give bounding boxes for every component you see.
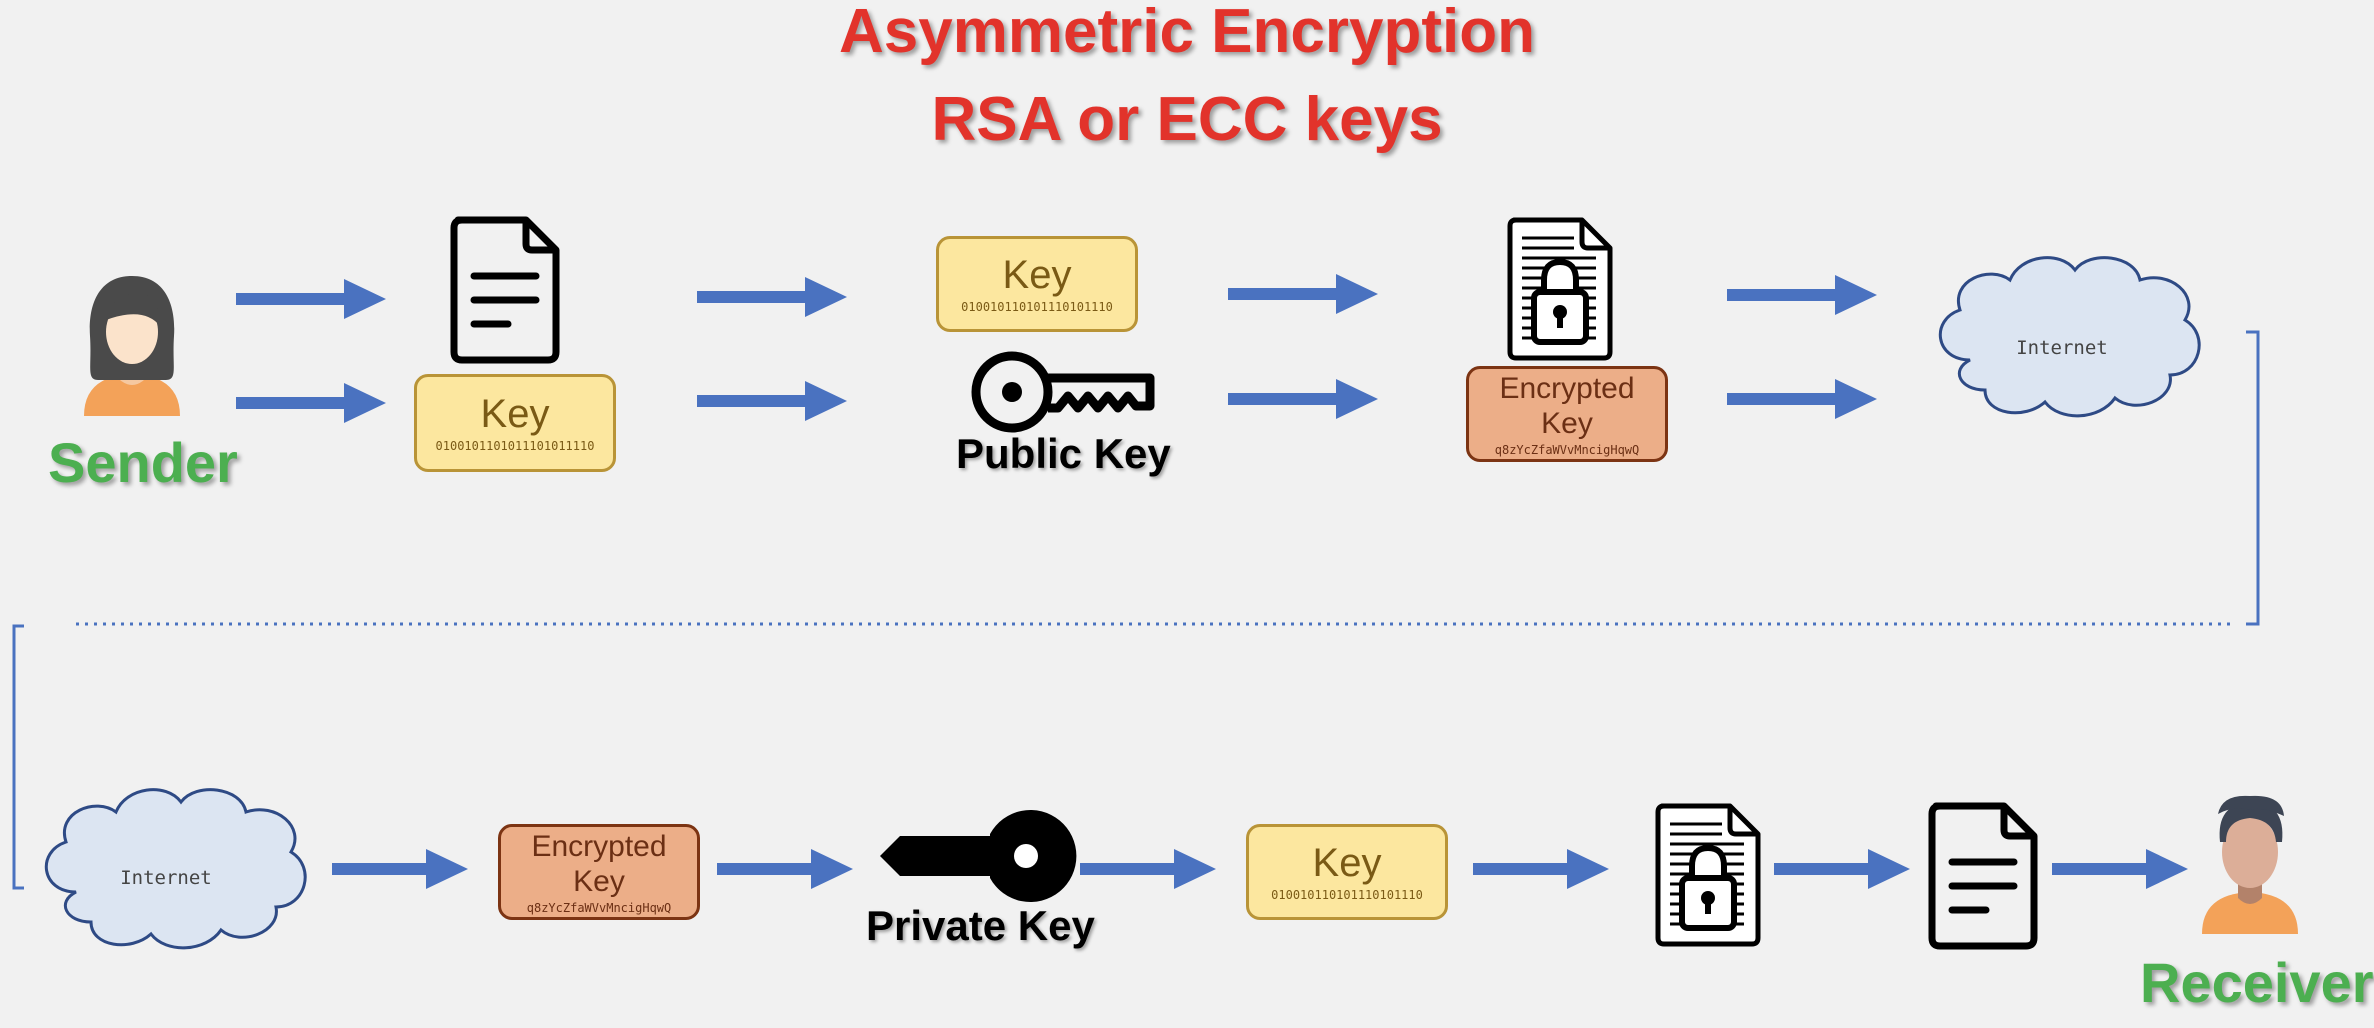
internet-label: Internet: [2016, 337, 2108, 359]
sender-label: Sender: [48, 431, 238, 494]
key-bits: 0100101101011101011110: [435, 439, 595, 453]
plain-key-box: Key 0100101101011101011110: [414, 374, 616, 472]
arrow: [236, 279, 386, 319]
plain-key-box: Key 010010110101110101110: [1246, 824, 1448, 920]
key-bits: 010010110101110101110: [1271, 888, 1423, 902]
locked-document-icon: [1510, 220, 1610, 358]
arrow: [1228, 379, 1378, 419]
plain-key-box: Key 010010110101110101110: [936, 236, 1138, 332]
arrow: [2052, 849, 2188, 889]
arrow: [1080, 849, 1216, 889]
asymmetric-encryption-diagram: Asymmetric Encryption RSA or ECC keys In…: [0, 0, 2374, 1028]
public-key-icon: [971, 351, 1155, 433]
arrow: [697, 381, 847, 421]
arrow: [1228, 274, 1378, 314]
private-key-icon: [880, 810, 1077, 902]
sender-avatar-icon: [84, 276, 180, 416]
receiver-label: Receiver: [2140, 951, 2374, 1014]
arrow: [697, 277, 847, 317]
arrow: [717, 849, 853, 889]
receiver-avatar-icon: [2202, 795, 2298, 934]
key-label: Key: [1002, 253, 1072, 297]
arrow: [1473, 849, 1609, 889]
arrow: [1774, 849, 1910, 889]
key-label: Key: [480, 392, 550, 436]
key-bits: 010010110101110101110: [961, 300, 1113, 314]
arrow: [332, 849, 468, 889]
public-key-label: Public Key: [956, 430, 1171, 477]
cipher-text: q8zYcZfaWVvMncigHqwQ: [1494, 443, 1640, 457]
encrypted-key-label: Encrypted Key: [1499, 372, 1635, 440]
encrypted-key-label: Encrypted Key: [531, 830, 667, 898]
document-icon: [1932, 806, 2034, 946]
key-label: Key: [1312, 841, 1382, 885]
arrow: [236, 383, 386, 423]
encrypted-key-box: Encrypted Key q8zYcZfaWVvMncigHqwQ: [498, 824, 700, 920]
locked-document-icon: [1658, 806, 1758, 944]
private-key-label: Private Key: [866, 902, 1095, 949]
cipher-text: q8zYcZfaWVvMncigHqwQ: [526, 901, 672, 915]
right-bracket-connector: [2246, 330, 2260, 626]
document-icon: [454, 220, 556, 360]
diagram-graphics: Internet Internet: [12, 0, 2298, 1028]
arrow: [1727, 275, 1877, 315]
encrypted-key-box: Encrypted Key q8zYcZfaWVvMncigHqwQ: [1466, 366, 1668, 462]
left-bracket-connector: [12, 624, 24, 890]
arrow: [1727, 379, 1877, 419]
internet-label: Internet: [120, 867, 212, 889]
